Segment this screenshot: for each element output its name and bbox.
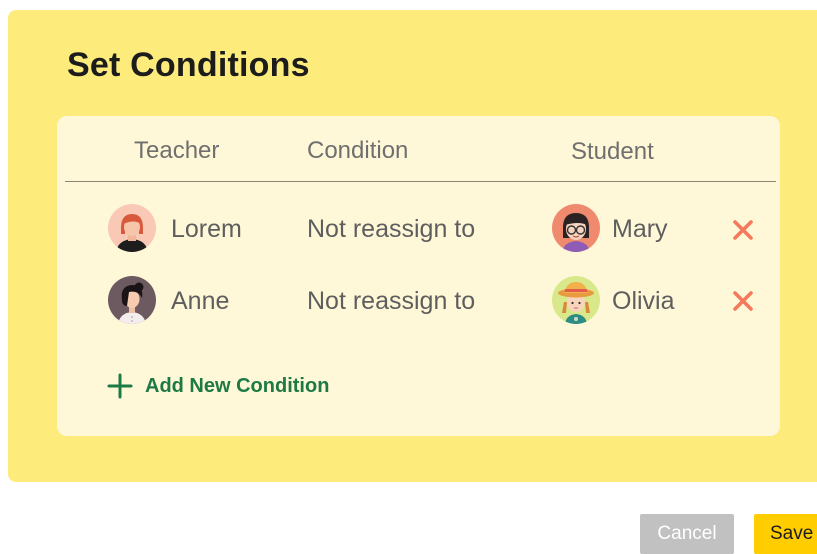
plus-icon [107,373,133,399]
remove-condition-icon[interactable] [730,217,756,243]
student-name: Olivia [612,287,675,315]
student-avatar-mary [552,204,600,252]
header-teacher: Teacher [134,137,220,164]
add-condition-button[interactable]: Add New Condition [107,372,329,400]
student-name: Mary [612,215,668,243]
cancel-button[interactable]: Cancel [640,514,734,554]
page-title: Set Conditions [67,46,310,84]
teacher-avatar-lorem [108,204,156,252]
student-avatar-olivia [552,276,600,324]
header-student: Student [571,138,654,165]
remove-condition-icon[interactable] [730,288,756,314]
header-divider [65,181,776,182]
condition-text: Not reassign to [307,215,476,243]
teacher-name: Anne [171,287,230,315]
header-condition: Condition [307,137,409,164]
condition-text: Not reassign to [307,287,476,315]
add-condition-label: Add New Condition [145,374,330,397]
teacher-avatar-anne [108,276,156,324]
save-button[interactable]: Save [754,514,817,554]
teacher-name: Lorem [171,215,242,243]
